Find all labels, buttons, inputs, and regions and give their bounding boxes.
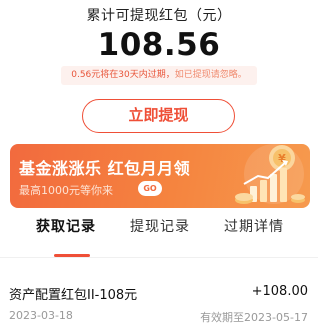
expiry-notice-main: 0.56元将在30天内过期， bbox=[71, 70, 175, 80]
record-date: 2023-03-18 bbox=[9, 309, 73, 322]
record-name: 资产配置红包II-108元 bbox=[9, 288, 138, 303]
withdraw-button[interactable]: 立即提现 bbox=[82, 99, 235, 133]
expiry-notice-sub: 如已提现请忽略。 bbox=[174, 70, 247, 80]
coins-chart-illustration-icon: ¥ bbox=[235, 144, 305, 204]
promo-banner[interactable]: 基金涨涨乐 红包月月领 最高1000元等你来 GO ¥ bbox=[10, 144, 310, 208]
total-withdrawable-label: 累计可提现红包（元） bbox=[86, 8, 232, 24]
total-withdrawable-amount: 108.56 bbox=[97, 27, 221, 63]
expiry-notice: 0.56元将在30天内过期，如已提现请忽略。 bbox=[61, 66, 257, 85]
banner-title: 基金涨涨乐 红包月月领 bbox=[19, 159, 191, 178]
tab-expiry-details[interactable]: 过期详情 bbox=[224, 215, 284, 255]
divider bbox=[0, 257, 318, 258]
record-expiry: 有效期至2023-05-17 bbox=[200, 311, 308, 324]
tab-withdraw-records[interactable]: 提现记录 bbox=[130, 215, 190, 255]
tab-earn-records[interactable]: 获取记录 bbox=[36, 215, 96, 255]
banner-subtitle: 最高1000元等你来 bbox=[19, 184, 113, 197]
record-amount: +108.00 bbox=[251, 284, 308, 299]
banner-go-button[interactable]: GO bbox=[138, 181, 162, 196]
record-tabs: 获取记录 提现记录 过期详情 bbox=[0, 215, 318, 257]
